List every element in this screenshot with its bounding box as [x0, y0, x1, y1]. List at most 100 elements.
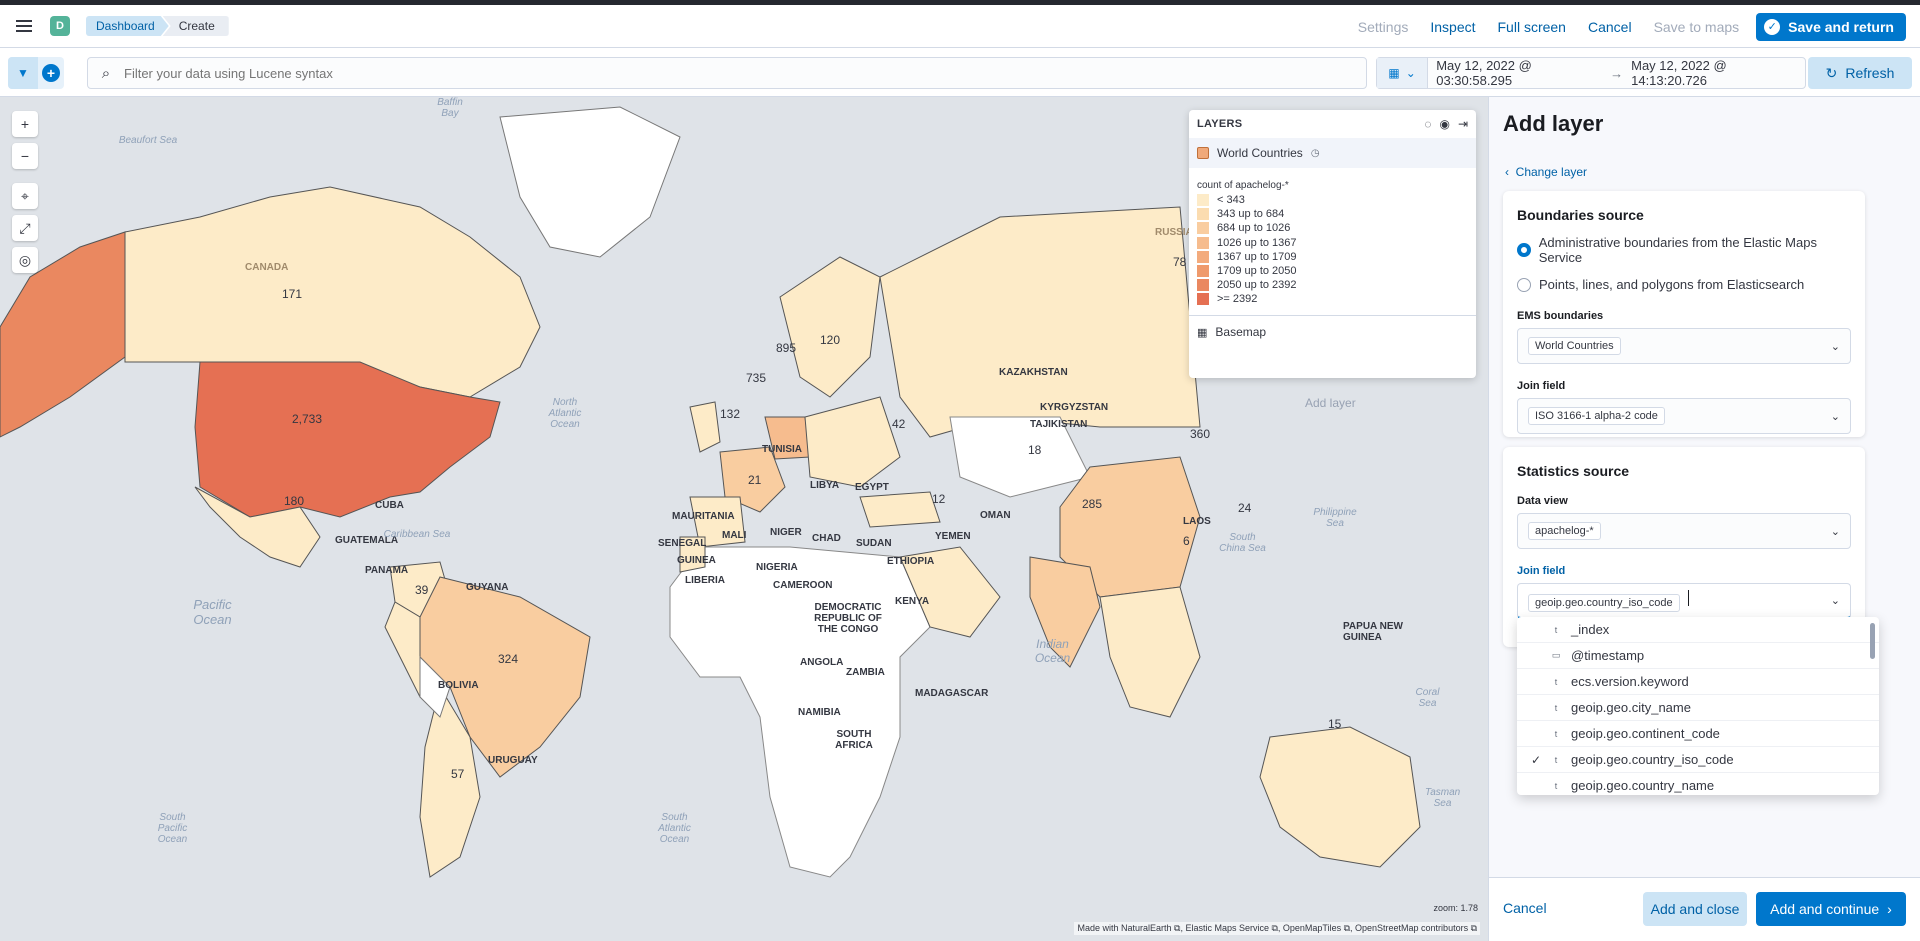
value-label: 42: [892, 417, 906, 431]
chevron-down-icon: ⌄: [1830, 340, 1840, 353]
dropdown-option[interactable]: t ecs.version.keyword: [1517, 669, 1879, 695]
dropdown-option[interactable]: ▭ @timestamp: [1517, 643, 1879, 669]
data-view-select[interactable]: apachelog-* ⌄: [1517, 513, 1851, 549]
country-label: DEMOCRATIC REPUBLIC OF THE CONGO: [814, 602, 882, 635]
grid-icon: ▦: [1197, 326, 1208, 339]
value-label: 360: [1190, 427, 1211, 441]
layers-header: LAYERS ◌ ◉ ⇥: [1189, 110, 1476, 138]
country-label: GUINEA: [677, 555, 716, 566]
query-bar: ▼ + ⌕ ▦⌄ May 12, 2022 @ 03:30:58.295 → M…: [0, 49, 1920, 97]
cancel-button[interactable]: Cancel: [1503, 900, 1547, 916]
draw-tool-button[interactable]: ◎: [12, 247, 38, 273]
map-attribution[interactable]: Made with NaturalEarth ⧉, Elastic Maps S…: [1074, 922, 1480, 935]
option-label: @timestamp: [1571, 648, 1645, 663]
panel-title: Add layer: [1503, 111, 1604, 136]
chevron-right-icon: ›: [1887, 901, 1892, 917]
expand-icon: ⤢: [19, 219, 31, 236]
dropdown-option[interactable]: t geoip.geo.continent_code: [1517, 721, 1879, 747]
zoom-in-button[interactable]: +: [12, 111, 38, 137]
eye-icon[interactable]: ◉: [1439, 117, 1449, 131]
country-turkey: [859, 491, 941, 528]
boundaries-card: Boundaries source Administrative boundar…: [1503, 191, 1865, 437]
string-type-icon: t: [1554, 728, 1558, 739]
filter-menu-button[interactable]: ▼: [8, 57, 38, 89]
country-label: CANADA: [245, 262, 289, 273]
chevron-down-icon: ⌄: [1830, 525, 1840, 538]
layer-row-world-countries[interactable]: World Countries ◷: [1189, 138, 1476, 168]
date-quick-menu[interactable]: ▦ ⌄: [1377, 58, 1429, 88]
dropdown-option[interactable]: t _index: [1517, 617, 1879, 643]
change-layer-link[interactable]: ‹ Change layer: [1505, 165, 1587, 179]
date-start[interactable]: May 12, 2022 @ 03:30:58.295: [1428, 58, 1610, 88]
value-label: 735: [746, 371, 767, 385]
join-field-label: Join field: [1517, 380, 1566, 392]
value-label: 132: [720, 407, 741, 421]
fit-bounds-button[interactable]: ⤢: [12, 215, 38, 241]
collapse-icon[interactable]: ⇥: [1458, 117, 1468, 131]
join-field-value: ISO 3166-1 alpha-2 code: [1528, 407, 1665, 425]
country-label: CHAD: [812, 533, 841, 544]
string-type-icon: t: [1554, 754, 1558, 765]
zoom-out-button[interactable]: −: [12, 143, 38, 169]
option-label: geoip.geo.country_name: [1571, 778, 1715, 793]
legend-label: 1026 up to 1367: [1217, 236, 1297, 249]
save-and-return-button[interactable]: ✓ Save and return: [1756, 12, 1906, 41]
settings-link[interactable]: Settings: [1347, 19, 1420, 35]
country-label: ZAMBIA: [846, 667, 885, 678]
country-label: CAMEROON: [773, 580, 833, 591]
text-caret: [1687, 590, 1689, 606]
value-label: 15: [1328, 717, 1342, 731]
menu-button[interactable]: [0, 5, 48, 48]
stats-join-field-combobox[interactable]: geoip.geo.country_iso_code ⌄: [1517, 583, 1851, 619]
cancel-link[interactable]: Cancel: [1577, 19, 1643, 35]
set-view-button[interactable]: ⌖: [12, 183, 38, 209]
legend-swatch: [1197, 236, 1209, 249]
country-label: ANGOLA: [800, 657, 844, 668]
basemap-name: Basemap: [1215, 325, 1267, 339]
legend-label: >= 2392: [1217, 293, 1258, 306]
layer-row-basemap[interactable]: ▦ Basemap: [1189, 316, 1476, 349]
layer-name: World Countries: [1217, 146, 1303, 160]
breadcrumb-dashboard[interactable]: Dashboard: [86, 16, 169, 36]
legend-item: 684 up to 1026: [1197, 221, 1468, 235]
legend-title: count of apachelog-*: [1197, 180, 1289, 191]
join-field-select[interactable]: ISO 3166-1 alpha-2 code ⌄: [1517, 398, 1851, 434]
ems-boundaries-select[interactable]: World Countries ⌄: [1517, 328, 1851, 364]
country-label: PAPUA NEW GUINEA: [1343, 621, 1403, 643]
radio-dot: [1517, 243, 1531, 257]
full-screen-link[interactable]: Full screen: [1487, 19, 1577, 35]
dropdown-option[interactable]: t geoip.geo.country_name: [1517, 773, 1879, 795]
add-layer-ghost: Add layer: [1305, 396, 1356, 410]
refresh-button[interactable]: ↻ Refresh: [1808, 57, 1912, 89]
boundaries-title: Boundaries source: [1517, 207, 1644, 223]
radio-elasticsearch[interactable]: Points, lines, and polygons from Elastic…: [1517, 277, 1851, 292]
scrollbar[interactable]: [1870, 623, 1875, 659]
value-label: 6: [1183, 534, 1190, 548]
space-avatar[interactable]: D: [50, 16, 70, 36]
add-and-close-button[interactable]: Add and close: [1643, 892, 1747, 926]
legend-swatch: [1197, 250, 1209, 263]
app-header: D Dashboard Create Settings Inspect Full…: [0, 5, 1920, 48]
dropdown-option[interactable]: t geoip.geo.city_name: [1517, 695, 1879, 721]
country-label: LIBERIA: [685, 575, 725, 586]
inspect-link[interactable]: Inspect: [1419, 19, 1486, 35]
dropdown-option[interactable]: ✓ t geoip.geo.country_iso_code: [1517, 747, 1879, 773]
add-filter-button[interactable]: +: [42, 64, 60, 82]
date-end[interactable]: May 12, 2022 @ 14:13:20.726: [1623, 58, 1805, 88]
add-and-continue-button[interactable]: Add and continue ›: [1756, 892, 1906, 926]
filter-controls: ▼ +: [8, 57, 64, 89]
layers-toolbar: ◌ ◉ ⇥: [1424, 117, 1468, 131]
radio-ems[interactable]: Administrative boundaries from the Elast…: [1517, 235, 1851, 265]
option-label: _index: [1571, 622, 1610, 637]
country-label: ETHIOPIA: [887, 556, 935, 567]
value-label: 180: [284, 494, 305, 508]
country-label: CUBA: [375, 500, 404, 511]
plus-icon: +: [46, 65, 56, 81]
country-label: MADAGASCAR: [915, 688, 989, 699]
eye-closed-icon[interactable]: ◌: [1424, 117, 1431, 131]
search-input[interactable]: [124, 65, 1324, 81]
check-icon: ✓: [1530, 752, 1541, 767]
legend-item: 1026 up to 1367: [1197, 236, 1468, 250]
value-label: 18: [1028, 443, 1042, 457]
save-to-maps-link[interactable]: Save to maps: [1643, 19, 1751, 35]
